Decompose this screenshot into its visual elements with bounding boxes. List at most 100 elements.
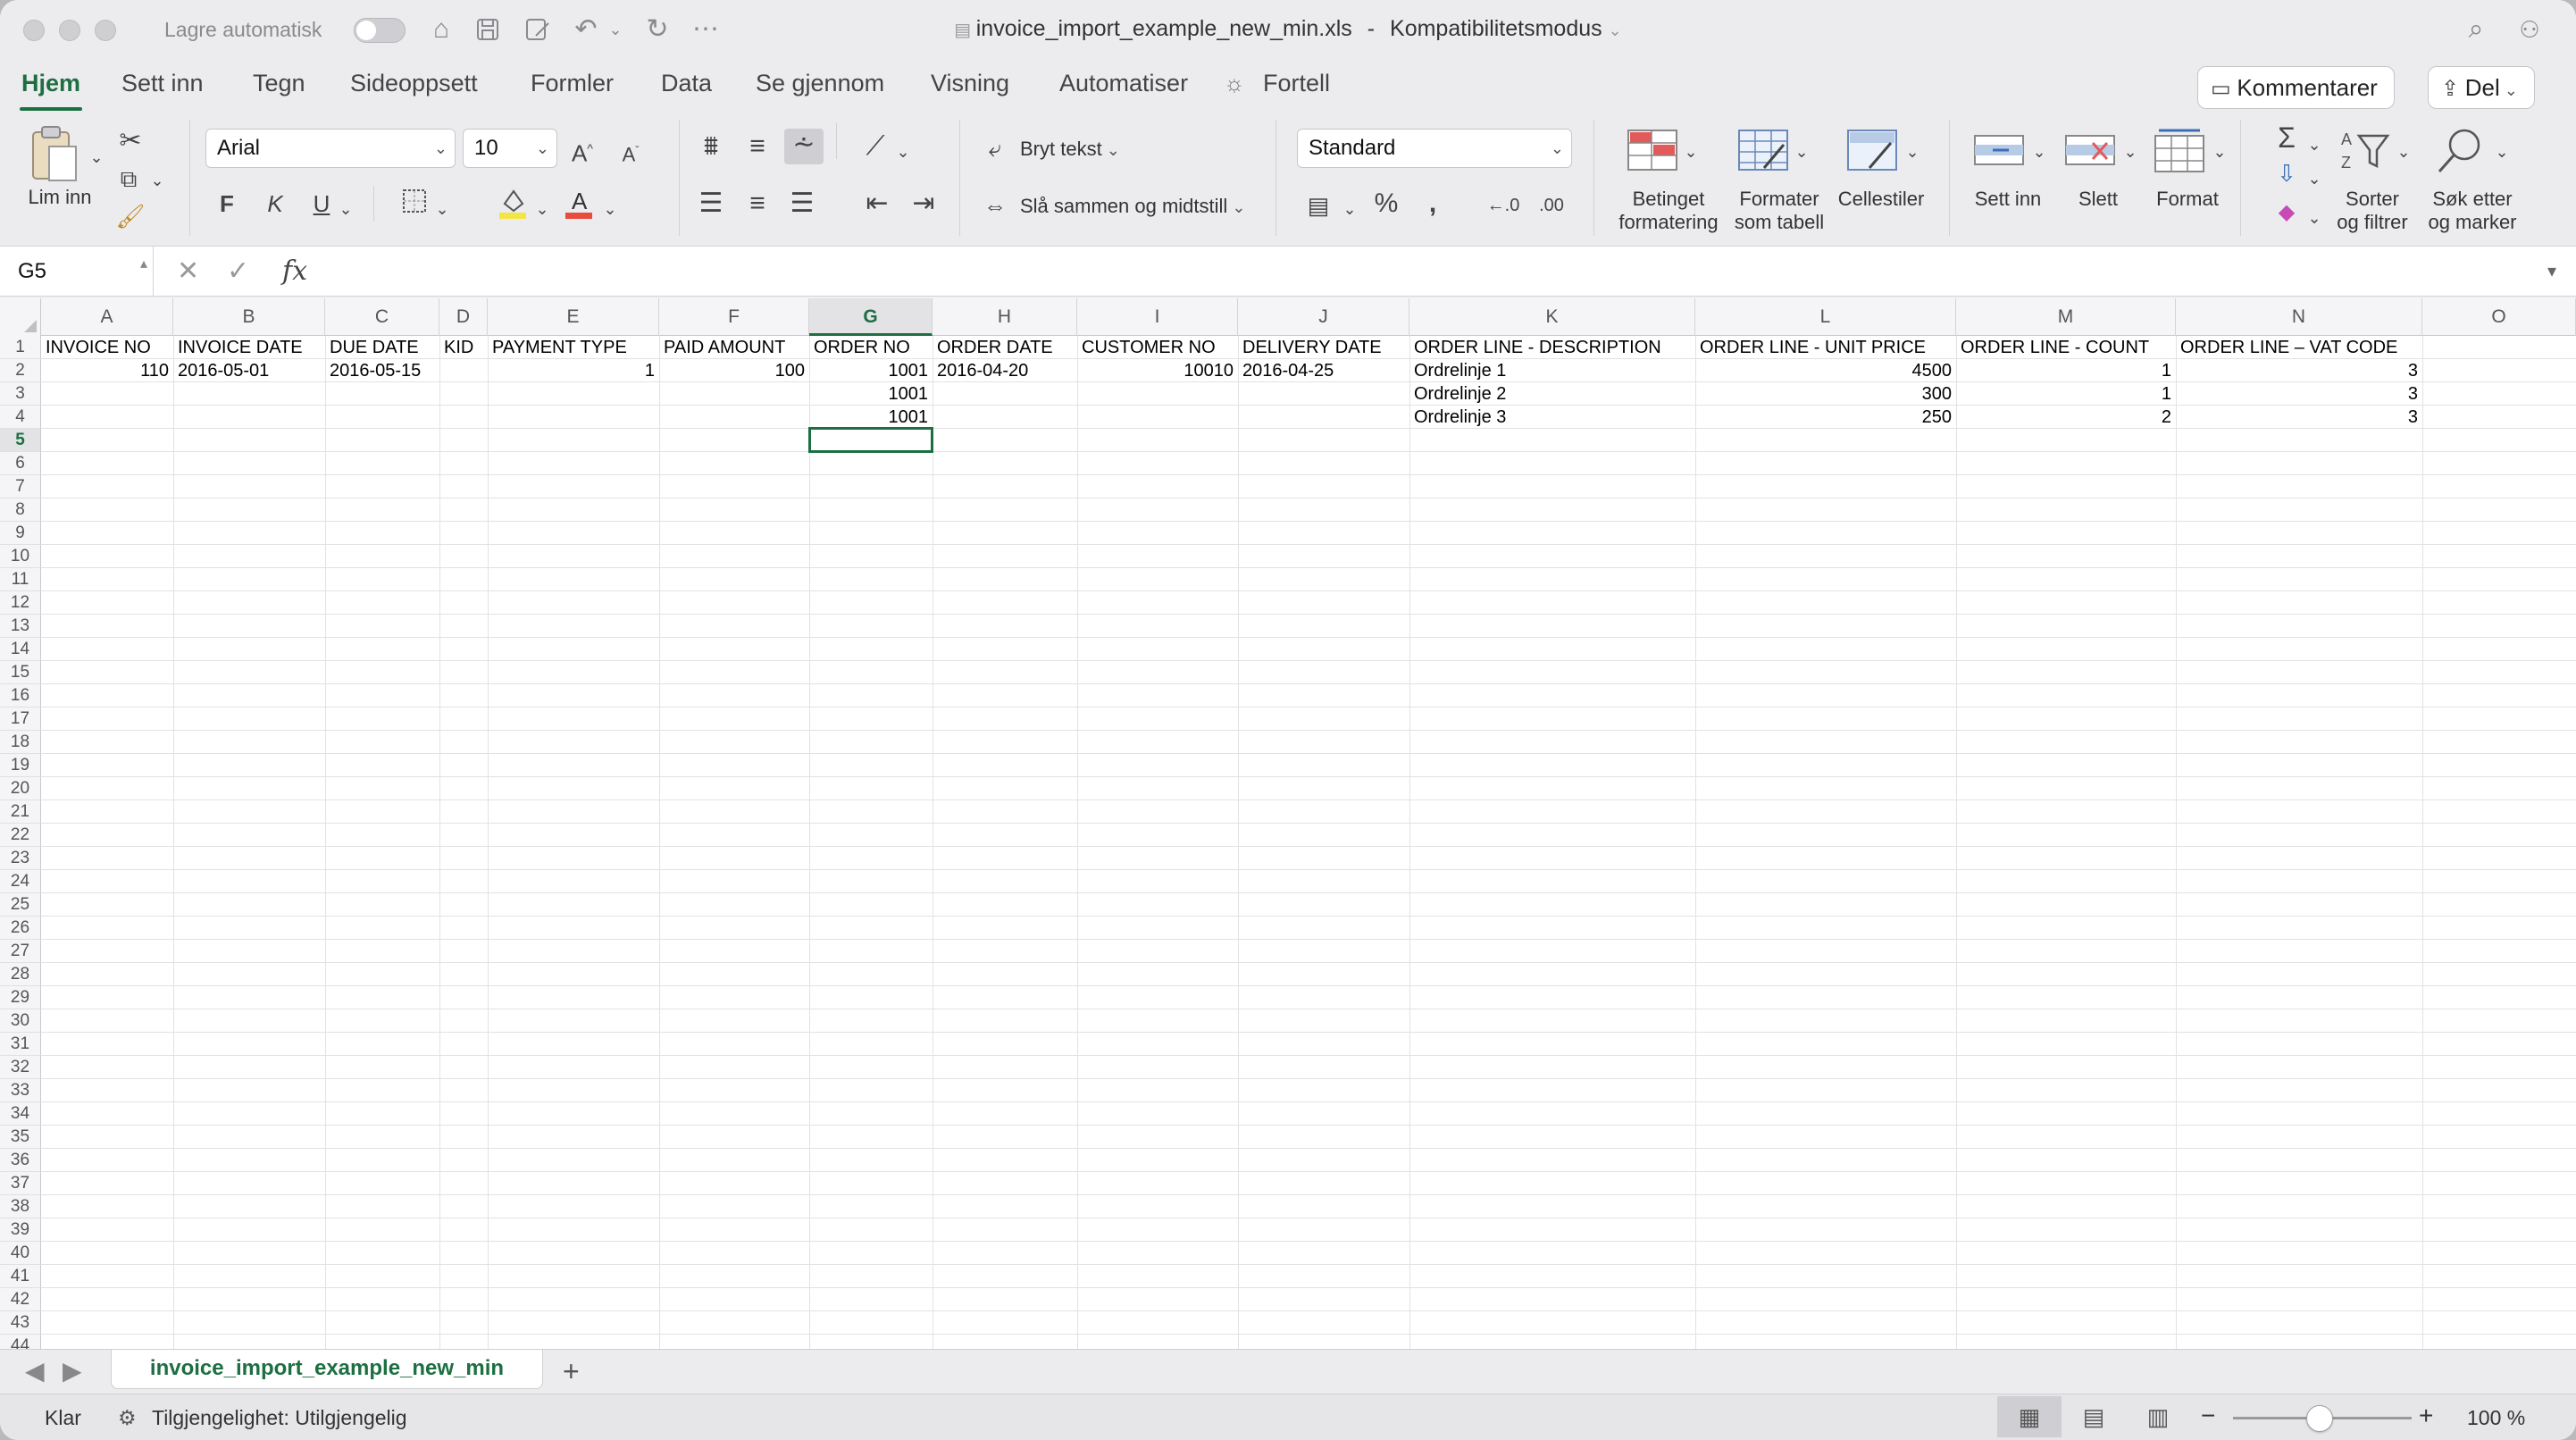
cell-g3[interactable]: 1001 [809, 382, 933, 406]
cell-styles-label[interactable]: Cellestiler [1829, 188, 1933, 211]
accounting-chevron-icon[interactable]: ⌄ [1340, 193, 1359, 225]
conditional-formatting-label[interactable]: Betinget formatering [1608, 188, 1729, 234]
column-header-i[interactable]: I [1077, 298, 1238, 336]
title-chevron-icon[interactable]: ⌄ [1609, 21, 1622, 39]
cell-n3[interactable]: 3 [2176, 382, 2422, 406]
percent-style-icon[interactable]: % [1367, 188, 1406, 220]
tab-fortell[interactable]: Fortell [1263, 70, 1330, 97]
cell-b2[interactable]: 2016-05-01 [173, 359, 325, 382]
delete-cells-icon[interactable] [2063, 127, 2117, 177]
cell-e2[interactable]: 1 [488, 359, 659, 382]
merge-center-icon[interactable]: ⇔ [979, 189, 1011, 222]
row-header-21[interactable]: 21 [0, 800, 41, 824]
share-button[interactable]: ⇪ Del ⌄ [2428, 66, 2535, 109]
row-header-28[interactable]: 28 [0, 963, 41, 986]
conditional-formatting-icon[interactable] [1626, 127, 1679, 177]
row-header-2[interactable]: 2 [0, 359, 41, 382]
sort-chevron-icon[interactable]: ⌄ [2394, 136, 2413, 168]
cell-styles-icon[interactable] [1845, 127, 1899, 177]
zoom-out-button[interactable]: − [2201, 1402, 2215, 1430]
header-cell-c1[interactable]: DUE DATE [325, 336, 439, 359]
sort-filter-icon[interactable]: AZ [2338, 127, 2392, 177]
copy-chevron-icon[interactable]: ⌄ [146, 164, 168, 197]
cell-f2[interactable]: 100 [659, 359, 809, 382]
cell-k4[interactable]: Ordrelinje 3 [1409, 406, 1695, 429]
column-header-f[interactable]: F [659, 298, 809, 336]
italic-button[interactable]: K [259, 188, 291, 220]
header-cell-h1[interactable]: ORDER DATE [933, 336, 1077, 359]
column-header-b[interactable]: B [173, 298, 325, 336]
row-header-40[interactable]: 40 [0, 1242, 41, 1265]
fill-down-chevron-icon[interactable]: ⌄ [2304, 163, 2324, 195]
tab-hjem[interactable]: Hjem [21, 70, 80, 97]
row-header-36[interactable]: 36 [0, 1149, 41, 1172]
confirm-formula-icon[interactable]: ✓ [227, 254, 249, 289]
decrease-font-icon[interactable]: Aˇ [613, 134, 648, 171]
row-header-12[interactable]: 12 [0, 591, 41, 615]
zoom-level[interactable]: 100 % [2467, 1406, 2525, 1430]
bold-button[interactable]: F [211, 188, 243, 220]
previous-sheet-icon[interactable]: ◀ [25, 1357, 45, 1386]
cell-g4[interactable]: 1001 [809, 406, 933, 429]
name-box[interactable]: G5 ▴▾ [0, 247, 154, 322]
column-header-a[interactable]: A [41, 298, 173, 336]
format-cells-icon[interactable] [2153, 125, 2206, 177]
cell-a2[interactable]: 110 [41, 359, 173, 382]
align-bottom-icon[interactable]: ⩪ [784, 129, 824, 164]
conditional-chevron-icon[interactable]: ⌄ [1681, 136, 1701, 168]
column-header-d[interactable]: D [439, 298, 488, 336]
wrap-text-button[interactable]: Bryt tekst ⌄ [1020, 136, 1120, 163]
page-layout-view-button[interactable]: ▤ [2062, 1396, 2126, 1437]
row-header-4[interactable]: 4 [0, 406, 41, 429]
row-header-33[interactable]: 33 [0, 1079, 41, 1102]
cell-k2[interactable]: Ordrelinje 1 [1409, 359, 1695, 382]
row-header-18[interactable]: 18 [0, 731, 41, 754]
column-header-c[interactable]: C [325, 298, 439, 336]
add-sheet-button[interactable]: + [563, 1357, 580, 1386]
cell-h2[interactable]: 2016-04-20 [933, 359, 1077, 382]
tab-sideoppsett[interactable]: Sideoppsett [350, 70, 478, 97]
cell-l3[interactable]: 300 [1695, 382, 1956, 406]
find-select-icon[interactable] [2433, 127, 2487, 177]
tab-formler[interactable]: Formler [531, 70, 614, 97]
header-cell-l1[interactable]: ORDER LINE - UNIT PRICE [1695, 336, 1956, 359]
header-cell-e1[interactable]: PAYMENT TYPE [488, 336, 659, 359]
borders-icon[interactable] [397, 188, 432, 222]
row-header-5[interactable]: 5 [0, 429, 41, 452]
format-table-chevron-icon[interactable]: ⌄ [1792, 136, 1811, 168]
format-as-table-icon[interactable] [1736, 127, 1790, 177]
row-header-9[interactable]: 9 [0, 522, 41, 545]
align-right-icon[interactable]: ☰ [784, 188, 820, 220]
autosum-icon[interactable]: Σ [2271, 121, 2303, 154]
align-top-icon[interactable]: ⩩ [693, 130, 729, 163]
tab-tegn[interactable]: Tegn [253, 70, 305, 97]
row-header-17[interactable]: 17 [0, 707, 41, 731]
comments-button[interactable]: ▭ Kommentarer [2197, 66, 2395, 109]
cell-j2[interactable]: 2016-04-25 [1238, 359, 1409, 382]
font-color-icon[interactable]: A [561, 186, 597, 228]
borders-chevron-icon[interactable]: ⌄ [432, 193, 452, 225]
row-header-31[interactable]: 31 [0, 1033, 41, 1056]
row-header-29[interactable]: 29 [0, 986, 41, 1009]
decrease-indent-icon[interactable]: ⇤ [859, 188, 895, 220]
row-header-42[interactable]: 42 [0, 1288, 41, 1311]
row-header-20[interactable]: 20 [0, 777, 41, 800]
clear-chevron-icon[interactable]: ⌄ [2304, 202, 2324, 234]
row-header-24[interactable]: 24 [0, 870, 41, 893]
number-format-dropdown[interactable]: Standard ⌄ [1297, 129, 1572, 168]
header-cell-n1[interactable]: ORDER LINE – VAT CODE [2176, 336, 2422, 359]
zoom-slider-thumb[interactable] [2306, 1405, 2333, 1432]
row-header-11[interactable]: 11 [0, 568, 41, 591]
row-header-26[interactable]: 26 [0, 917, 41, 940]
row-header-37[interactable]: 37 [0, 1172, 41, 1195]
header-cell-b1[interactable]: INVOICE DATE [173, 336, 325, 359]
increase-indent-icon[interactable]: ⇥ [906, 188, 941, 220]
cell-i2[interactable]: 10010 [1077, 359, 1238, 382]
orientation-chevron-icon[interactable]: ⌄ [893, 136, 913, 168]
align-left-icon[interactable]: ☰ [693, 188, 729, 220]
font-name-dropdown[interactable]: Arial ⌄ [205, 129, 456, 168]
zoom-in-button[interactable]: + [2419, 1402, 2433, 1430]
selected-cell[interactable] [808, 427, 933, 453]
autosum-chevron-icon[interactable]: ⌄ [2304, 129, 2324, 161]
paste-chevron-icon[interactable]: ⌄ [86, 141, 107, 173]
